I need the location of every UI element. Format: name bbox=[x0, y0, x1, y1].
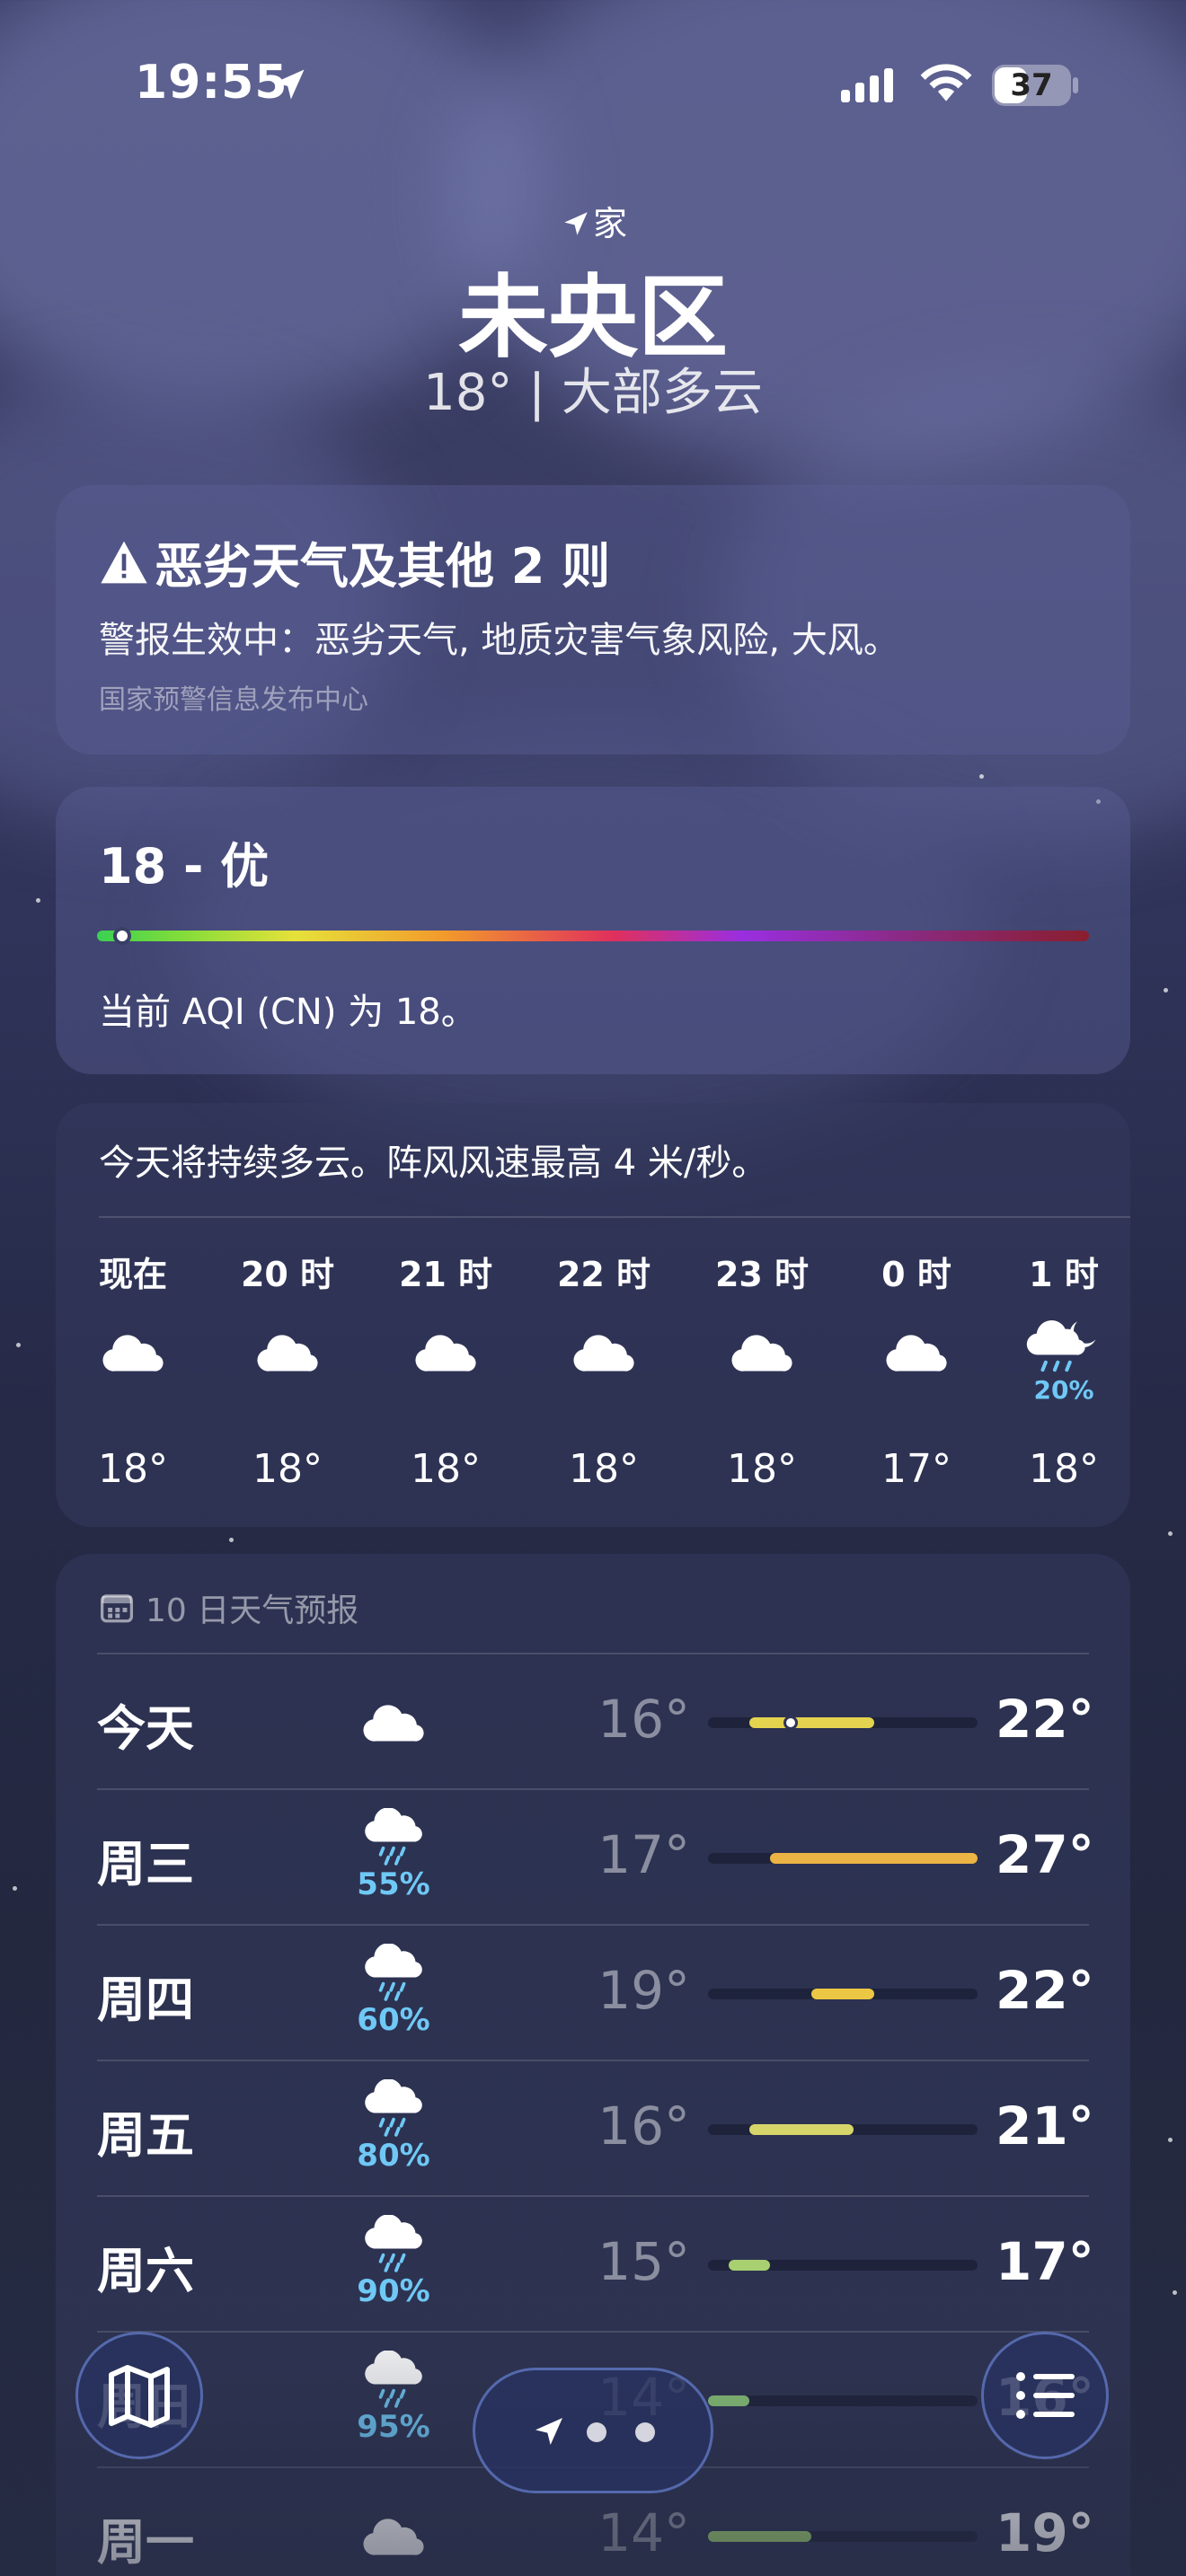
hourly-time: 23 时 bbox=[714, 1255, 810, 1294]
status-bar: 19:55 37 bbox=[0, 0, 1186, 171]
hourly-time: 0 时 bbox=[881, 1255, 951, 1294]
hourly-temp: 18° bbox=[1029, 1446, 1099, 1492]
page-dot[interactable] bbox=[587, 2422, 606, 2442]
hourly-item: 21 时 18° bbox=[383, 1247, 509, 1507]
location-label: 家 bbox=[0, 196, 1186, 245]
battery-level: 37 bbox=[1010, 67, 1053, 103]
aqi-description: 当前 AQI (CN) 为 18。 bbox=[99, 992, 477, 1033]
hourly-list[interactable]: 现在 18° 20 时 18° 21 时 18° 22 时 18° 23 时 18° 0 时 17° 1… bbox=[56, 1103, 1130, 1527]
warning-icon bbox=[101, 541, 147, 583]
hourly-precip: 20% bbox=[1033, 1375, 1094, 1406]
hourly-temp: 18° bbox=[727, 1446, 797, 1492]
alert-source: 国家预警信息发布中心 bbox=[99, 684, 368, 716]
wifi-icon bbox=[920, 64, 972, 101]
cloud-icon bbox=[415, 1335, 476, 1372]
aqi-indicator bbox=[112, 927, 131, 945]
alert-title: 恶劣天气及其他 2 则 bbox=[155, 538, 611, 595]
hourly-time: 20 时 bbox=[240, 1255, 335, 1294]
cloud-icon bbox=[102, 1335, 164, 1372]
hourly-time: 1 时 bbox=[1029, 1255, 1099, 1294]
hourly-item: 1 时 20% 18° bbox=[1001, 1247, 1127, 1507]
cloud-icon bbox=[731, 1335, 792, 1372]
forecast-title: 10 日天气预报 bbox=[146, 1592, 359, 1629]
alert-body: 警报生效中：恶劣天气, 地质灾害气象风险, 大风。 bbox=[99, 620, 899, 661]
page-indicator[interactable] bbox=[473, 2368, 713, 2493]
aqi-title: 18 - 优 bbox=[99, 838, 270, 895]
cloud-icon bbox=[886, 1335, 947, 1372]
map-button[interactable] bbox=[75, 2332, 203, 2459]
location-list-button[interactable] bbox=[981, 2332, 1109, 2459]
hourly-temp: 18° bbox=[569, 1446, 639, 1492]
hourly-time: 22 时 bbox=[556, 1255, 651, 1294]
calendar-icon bbox=[101, 1594, 133, 1623]
weather-alert-card[interactable]: 恶劣天气及其他 2 则 警报生效中：恶劣天气, 地质灾害气象风险, 大风。 国家… bbox=[56, 485, 1130, 754]
page-dot[interactable] bbox=[635, 2422, 655, 2442]
hourly-temp: 18° bbox=[252, 1446, 323, 1492]
hourly-item: 0 时 17° bbox=[854, 1247, 979, 1507]
hourly-temp: 18° bbox=[98, 1446, 168, 1492]
hourly-item: 20 时 18° bbox=[225, 1247, 350, 1507]
battery-icon: 37 bbox=[992, 65, 1071, 106]
aqi-card[interactable]: 18 - 优 当前 AQI (CN) 为 18。 bbox=[56, 787, 1130, 1074]
location-arrow-icon bbox=[535, 2418, 562, 2445]
list-icon bbox=[1016, 2372, 1075, 2419]
hourly-item: 现在 18° bbox=[70, 1247, 196, 1507]
cloud-icon bbox=[573, 1335, 634, 1372]
hourly-item: 23 时 18° bbox=[699, 1247, 825, 1507]
hourly-forecast-card[interactable]: 今天将持续多云。阵风风速最高 4 米/秒。 现在 18° 20 时 18° 21 时 18… bbox=[56, 1103, 1130, 1527]
status-time: 19:55 bbox=[135, 56, 288, 110]
cellular-signal-icon bbox=[841, 68, 893, 102]
cloud-icon bbox=[257, 1335, 318, 1372]
hourly-temp: 17° bbox=[881, 1446, 951, 1492]
hourly-item: 22 时 18° bbox=[541, 1247, 667, 1507]
location-arrow-icon bbox=[274, 69, 305, 100]
hourly-time: 现在 bbox=[98, 1255, 167, 1294]
hourly-time: 21 时 bbox=[398, 1255, 493, 1294]
hourly-temp: 18° bbox=[411, 1446, 481, 1492]
current-summary: 18° | 大部多云 bbox=[423, 364, 763, 422]
map-icon bbox=[109, 2365, 170, 2428]
location-arrow-icon bbox=[564, 212, 588, 235]
aqi-scale-bar bbox=[97, 931, 1089, 941]
cloud-moon-rain-icon bbox=[1026, 1320, 1096, 1372]
